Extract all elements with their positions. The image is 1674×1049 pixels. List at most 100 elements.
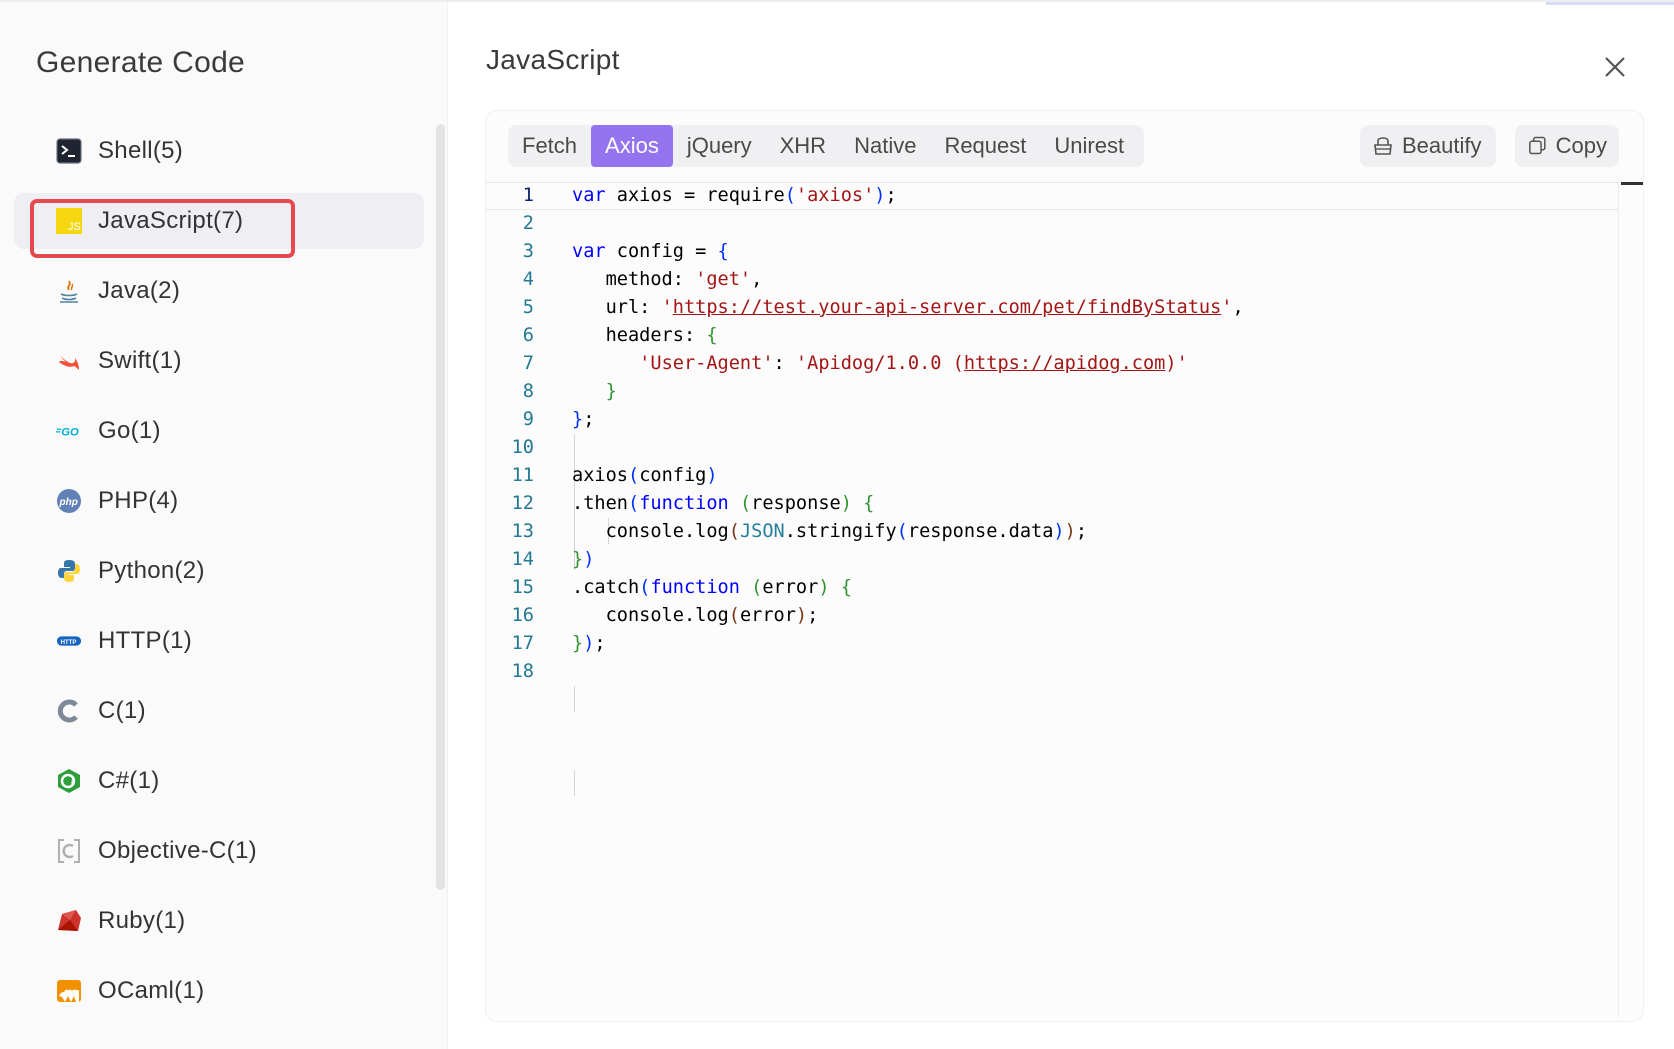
beautify-label: Beautify — [1402, 133, 1482, 158]
code-text: }; — [572, 409, 595, 430]
line-number: 18 — [511, 661, 534, 682]
code-line: 4 method: 'get', — [486, 266, 1618, 294]
code-line: 14}) — [486, 546, 1618, 574]
line-number: 2 — [522, 213, 534, 234]
sidebar-item-python[interactable]: Python(2) — [14, 543, 424, 599]
code-text: 'User-Agent': 'Apidog/1.0.0 (https://api… — [639, 353, 1188, 374]
sidebar-item-csharp[interactable]: # C#(1) — [14, 753, 424, 809]
code-line: 5 url: 'https://test.your-api-server.com… — [486, 294, 1618, 322]
code-text: axios(config) — [572, 465, 718, 486]
code-line: 17}); — [486, 630, 1618, 658]
line-number: 17 — [511, 633, 534, 654]
editor-scrollbar[interactable] — [1618, 182, 1643, 1018]
sidebar-item-ocaml[interactable]: OCaml(1) — [14, 963, 424, 1019]
code-text: .then(function (response) { — [572, 493, 875, 514]
code-editor[interactable]: 1 var axios = require('axios'); 2 3 var co… — [486, 182, 1618, 1018]
top-accent-bar — [1546, 2, 1674, 5]
svg-text:JS: JS — [68, 221, 81, 233]
code-text: var config = { — [572, 241, 729, 262]
svg-text:php: php — [59, 497, 78, 508]
line-number: 8 — [522, 381, 534, 402]
header-value-suffix: ) — [1165, 353, 1177, 374]
beautify-button[interactable]: Beautify — [1360, 125, 1496, 167]
sidebar-item-objective-c[interactable]: Objective-C(1) — [14, 823, 424, 879]
apidog-url[interactable]: https://apidog.com — [964, 353, 1166, 374]
sidebar-item-ruby[interactable]: Ruby(1) — [14, 893, 424, 949]
copy-label: Copy — [1555, 133, 1607, 158]
sidebar-scrollbar[interactable] — [436, 124, 445, 890]
line-number: 3 — [522, 241, 534, 262]
header-value-prefix: Apidog/1.0.0 ( — [807, 353, 964, 374]
sidebar-item-label: PHP(4) — [98, 487, 179, 514]
tab-unirest[interactable]: Unirest — [1040, 125, 1138, 167]
sidebar-item-java[interactable]: Java(2) — [14, 263, 424, 319]
sidebar-item-label: C#(1) — [98, 767, 160, 794]
editor-scrollbar-thumb[interactable] — [1621, 182, 1643, 185]
line-number: 13 — [511, 521, 534, 542]
go-icon: GO — [56, 418, 82, 444]
tab-native[interactable]: Native — [840, 125, 930, 167]
code-line: 18 — [486, 658, 1618, 686]
close-button[interactable] — [1598, 50, 1632, 84]
code-text: var axios = require('axios'); — [572, 185, 897, 206]
sidebar-item-php[interactable]: php PHP(4) — [14, 473, 424, 529]
language-list: Shell(5) JS JavaScript(7) Java(2) Swift(… — [14, 123, 424, 1033]
ruby-icon — [56, 908, 82, 934]
line-number: 14 — [511, 549, 534, 570]
http-icon: HTTP — [56, 628, 82, 654]
tab-xhr[interactable]: XHR — [766, 125, 840, 167]
copy-button[interactable]: Copy — [1515, 125, 1619, 167]
line-number: 10 — [511, 437, 534, 458]
line-number: 12 — [511, 493, 534, 514]
code-line: 16 console.log(error); — [486, 602, 1618, 630]
terminal-icon — [56, 138, 82, 164]
sidebar-item-label: Swift(1) — [98, 347, 182, 374]
tab-fetch[interactable]: Fetch — [508, 125, 591, 167]
code-line: 15 .catch(function (error) { — [486, 574, 1618, 602]
line-number: 16 — [511, 605, 534, 626]
sidebar-item-label: C(1) — [98, 697, 146, 724]
sidebar-item-c[interactable]: C(1) — [14, 683, 424, 739]
code-text: headers: { — [572, 325, 718, 346]
tab-axios[interactable]: Axios — [591, 125, 673, 167]
code-line: 1 var axios = require('axios'); — [486, 182, 1618, 210]
javascript-icon: JS — [56, 208, 82, 234]
sidebar-item-label: Ruby(1) — [98, 907, 186, 934]
python-icon — [56, 558, 82, 584]
tab-jquery[interactable]: jQuery — [673, 125, 766, 167]
sidebar-item-http[interactable]: HTTP HTTP(1) — [14, 613, 424, 669]
line-number: 5 — [522, 297, 534, 318]
indent-guide — [574, 686, 575, 712]
sidebar-item-label: Shell(5) — [98, 137, 184, 164]
close-icon — [1605, 57, 1625, 77]
tab-request[interactable]: Request — [930, 125, 1040, 167]
code-text: console.log(JSON.stringify(response.data… — [572, 521, 1088, 542]
header-name: User-Agent — [650, 353, 763, 374]
sidebar-item-label: JavaScript(7) — [98, 207, 244, 234]
code-line: 11 axios(config) — [486, 462, 1618, 490]
code-line: 12 .then(function (response) { — [486, 490, 1618, 518]
line-number: 7 — [522, 353, 534, 374]
sidebar-item-label: Java(2) — [98, 277, 181, 304]
code-text: url: 'https://test.your-api-server.com/p… — [572, 297, 1244, 318]
svg-text:#: # — [71, 779, 75, 786]
request-url[interactable]: https://test.your-api-server.com/pet/fin… — [673, 297, 1222, 318]
line-number: 1 — [522, 185, 534, 206]
sidebar-item-shell[interactable]: Shell(5) — [14, 123, 424, 179]
sidebar-title: Generate Code — [36, 46, 246, 79]
sidebar-item-label: HTTP(1) — [98, 627, 193, 654]
code-text: }); — [572, 633, 606, 654]
beautify-icon — [1374, 137, 1392, 155]
sidebar-item-swift[interactable]: Swift(1) — [14, 333, 424, 389]
line-number: 9 — [522, 409, 534, 430]
sidebar-item-javascript[interactable]: JS JavaScript(7) — [14, 193, 424, 249]
generate-code-dialog: Generate Code Shell(5) JS JavaScript(7) … — [0, 0, 1674, 1049]
code-text: method: 'get', — [572, 269, 763, 290]
sidebar-item-label: Python(2) — [98, 557, 205, 584]
code-line: 3 var config = { — [486, 238, 1618, 266]
sidebar-item-go[interactable]: GO Go(1) — [14, 403, 424, 459]
code-text: console.log(error); — [572, 605, 819, 626]
code-line: 13 console.log(JSON.stringify(response.d… — [486, 518, 1618, 546]
code-line: 8 } — [486, 378, 1618, 406]
sidebar-item-label: Go(1) — [98, 417, 161, 444]
